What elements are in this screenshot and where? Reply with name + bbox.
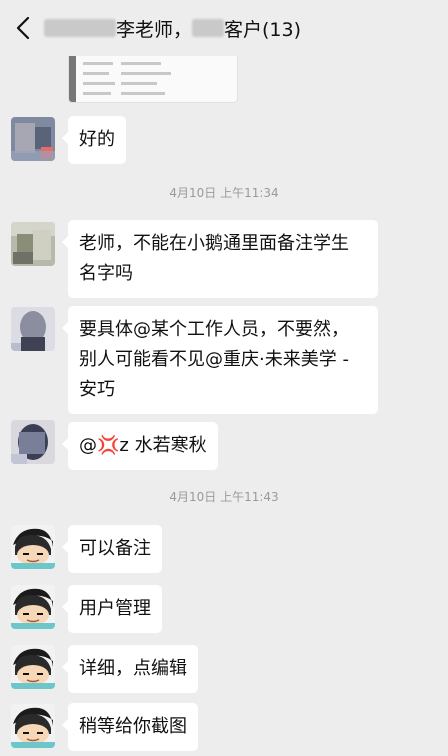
- message-bubble[interactable]: 要具体@某个工作人员，不要然， 别人可能看不见@重庆·未来美学 - 安巧: [62, 306, 378, 414]
- avatar[interactable]: [11, 704, 55, 748]
- chat-header: 李老师， 客户(13): [0, 0, 448, 56]
- timestamp: 4月10日 上午11:34: [169, 186, 279, 200]
- chevron-left-icon: [16, 16, 30, 40]
- image-message-preview[interactable]: [68, 56, 238, 103]
- message-bubble[interactable]: 老师，不能在小鹅通里面备注学生 名字吗: [62, 220, 378, 298]
- avatar[interactable]: [11, 420, 55, 464]
- message-text: 别人可能看不见@重庆·未来美学 -: [79, 349, 349, 370]
- message-bubble[interactable]: 稍等给你截图: [62, 703, 198, 751]
- message-bubble[interactable]: @💢z 水若寒秋: [62, 422, 218, 470]
- timestamp: 4月10日 上午11:43: [169, 490, 279, 504]
- message-text: 名字吗: [79, 263, 133, 284]
- message-text: @💢z 水若寒秋: [79, 435, 207, 456]
- chat-title-suffix: 客户(13): [224, 18, 302, 41]
- chat-title-name: 李老师，: [116, 18, 193, 41]
- message-text: 老师，不能在小鹅通里面备注学生: [79, 233, 349, 254]
- message-text: 可以备注: [79, 538, 151, 559]
- avatar[interactable]: [11, 585, 55, 629]
- avatar[interactable]: [11, 525, 55, 569]
- message-bubble[interactable]: 可以备注: [62, 525, 162, 573]
- redacted-name: [44, 19, 116, 37]
- avatar[interactable]: [11, 645, 55, 689]
- message-text: 详细，点编辑: [79, 658, 187, 679]
- message-bubble[interactable]: 好的: [62, 116, 126, 164]
- redacted-name: [192, 19, 225, 37]
- message-bubble[interactable]: 详细，点编辑: [62, 645, 198, 693]
- message-text: 安巧: [79, 379, 115, 400]
- message-text: 要具体@某个工作人员，不要然，: [79, 319, 349, 340]
- avatar[interactable]: [11, 117, 55, 161]
- message-list[interactable]: 好的 4月10日 上午11:34 老师，不能在小鹅通里面备注学生 名字吗 要具体…: [0, 0, 448, 756]
- message-text: 好的: [79, 129, 115, 150]
- message-bubble[interactable]: 用户管理: [62, 585, 162, 633]
- back-button[interactable]: [8, 12, 40, 44]
- avatar[interactable]: [11, 307, 55, 351]
- chat-title[interactable]: 李老师， 客户(13): [44, 15, 301, 41]
- message-text: 稍等给你截图: [79, 716, 187, 737]
- message-text: 用户管理: [79, 598, 151, 619]
- avatar[interactable]: [11, 222, 55, 266]
